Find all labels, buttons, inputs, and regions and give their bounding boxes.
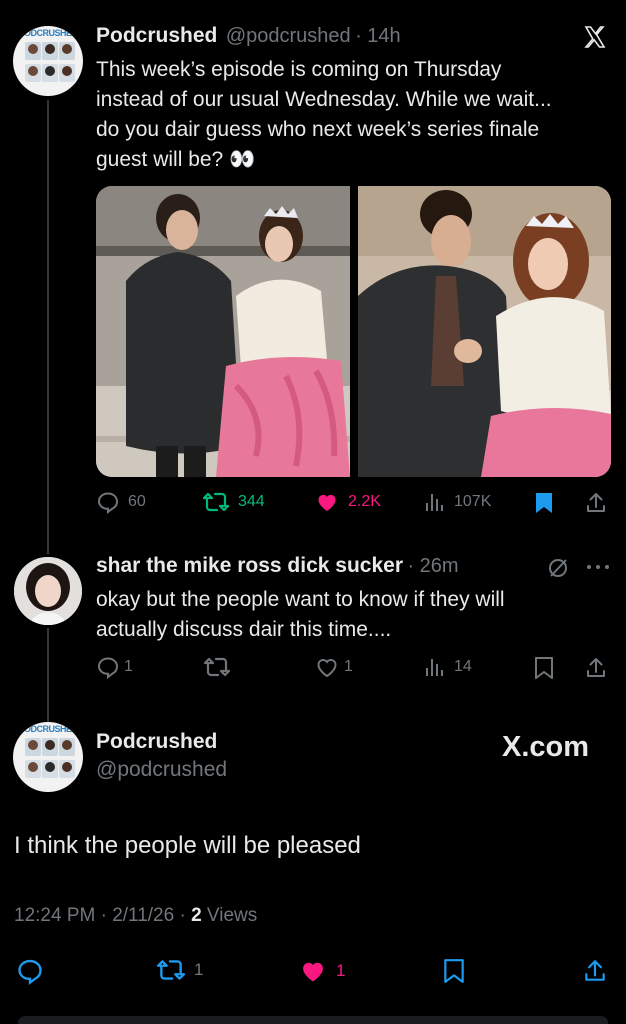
- media-photos: [96, 186, 611, 477]
- reply-button[interactable]: [16, 957, 44, 985]
- reply-icon: [97, 657, 119, 679]
- like-icon: [318, 494, 336, 511]
- reply-count: 60: [128, 493, 146, 510]
- tweet-text-line: guest will be? 👀: [96, 148, 256, 171]
- avatar[interactable]: PODCRUSHED: [13, 26, 83, 96]
- share-icon[interactable]: [582, 958, 608, 984]
- like-button[interactable]: 1: [298, 957, 345, 985]
- views-count: 107K: [454, 493, 492, 510]
- author-name[interactable]: Podcrushed: [96, 730, 217, 754]
- share-icon[interactable]: [584, 656, 608, 680]
- reply-button[interactable]: 1: [96, 655, 133, 679]
- author-handle[interactable]: @podcrushed: [96, 758, 227, 782]
- views-count: 14: [454, 658, 472, 675]
- tweet-meta: 12:24 PM · 2/11/26 · 2 Views: [14, 905, 257, 927]
- repost-button[interactable]: [203, 655, 231, 679]
- avatar[interactable]: [14, 557, 82, 625]
- x-logo-icon[interactable]: [582, 25, 608, 49]
- avatar-photo: [14, 557, 82, 625]
- avatar-brand-text: PODCRUSHED: [18, 28, 78, 38]
- x-com-brand[interactable]: X.com: [502, 731, 589, 764]
- bookmark-icon[interactable]: [441, 958, 467, 984]
- tweet-text: okay but the people want to know if they…: [96, 585, 596, 645]
- views-button[interactable]: 107K: [424, 490, 491, 514]
- tweet-text-line: This week’s episode is coming on Thursda…: [96, 58, 502, 81]
- like-icon: [317, 659, 337, 678]
- tweet-text-line: do you dair guess who next week’s series…: [96, 118, 540, 141]
- like-count: 1: [336, 961, 346, 980]
- share-icon[interactable]: [584, 491, 608, 515]
- reply-button[interactable]: 60: [96, 490, 146, 514]
- reply-composer-bar[interactable]: [18, 1016, 608, 1024]
- reply-count: 1: [124, 658, 133, 675]
- like-count: 1: [344, 658, 353, 675]
- views-label: Views: [201, 905, 258, 926]
- reply-icon: [97, 492, 119, 514]
- like-button[interactable]: 2.2K: [314, 490, 381, 514]
- views-icon: [426, 659, 443, 676]
- avatar-brand-text: PODCRUSHED: [18, 724, 78, 734]
- repost-button[interactable]: 344: [202, 490, 265, 514]
- tweet-text: This week’s episode is coming on Thursda…: [96, 55, 596, 175]
- repost-count: 344: [238, 493, 265, 510]
- timestamp[interactable]: 12:24 PM · 2/11/26 ·: [14, 905, 191, 926]
- thread-line: [47, 100, 49, 554]
- timestamp[interactable]: · 26m: [407, 555, 458, 577]
- bookmark-icon[interactable]: [533, 491, 555, 515]
- tweet-text-line: actually discuss dair this time....: [96, 618, 392, 641]
- thread-line: [47, 628, 49, 722]
- like-icon: [303, 962, 323, 982]
- tweet-text-line: instead of our usual Wednesday. While we…: [96, 88, 552, 111]
- repost-button[interactable]: 1: [156, 957, 203, 983]
- author-handle[interactable]: @podcrushed: [226, 25, 351, 47]
- tweet-media[interactable]: [96, 186, 611, 477]
- repost-icon: [203, 657, 231, 677]
- views-count: 2: [191, 905, 202, 926]
- more-icon[interactable]: [585, 560, 611, 574]
- like-button[interactable]: 1: [314, 655, 353, 679]
- tweet-header: shar the mike ross dick sucker · 26m: [96, 554, 459, 578]
- tweet-text: I think the people will be pleased: [14, 832, 361, 859]
- views-button[interactable]: 14: [424, 655, 472, 679]
- avatar[interactable]: PODCRUSHED: [13, 722, 83, 792]
- author-name[interactable]: Podcrushed: [96, 24, 217, 47]
- views-icon: [426, 494, 443, 511]
- tweet-header: Podcrushed @podcrushed · 14h: [96, 24, 401, 48]
- timestamp[interactable]: · 14h: [355, 25, 401, 47]
- like-count: 2.2K: [348, 493, 381, 510]
- repost-count: 1: [194, 960, 204, 979]
- repost-icon: [202, 492, 230, 512]
- repost-icon: [156, 960, 186, 980]
- reply-icon: [18, 959, 42, 985]
- tweet-text-line: okay but the people want to know if they…: [96, 588, 505, 611]
- author-name[interactable]: shar the mike ross dick sucker: [96, 554, 403, 577]
- grok-icon[interactable]: [546, 556, 570, 580]
- bookmark-icon[interactable]: [533, 656, 555, 680]
